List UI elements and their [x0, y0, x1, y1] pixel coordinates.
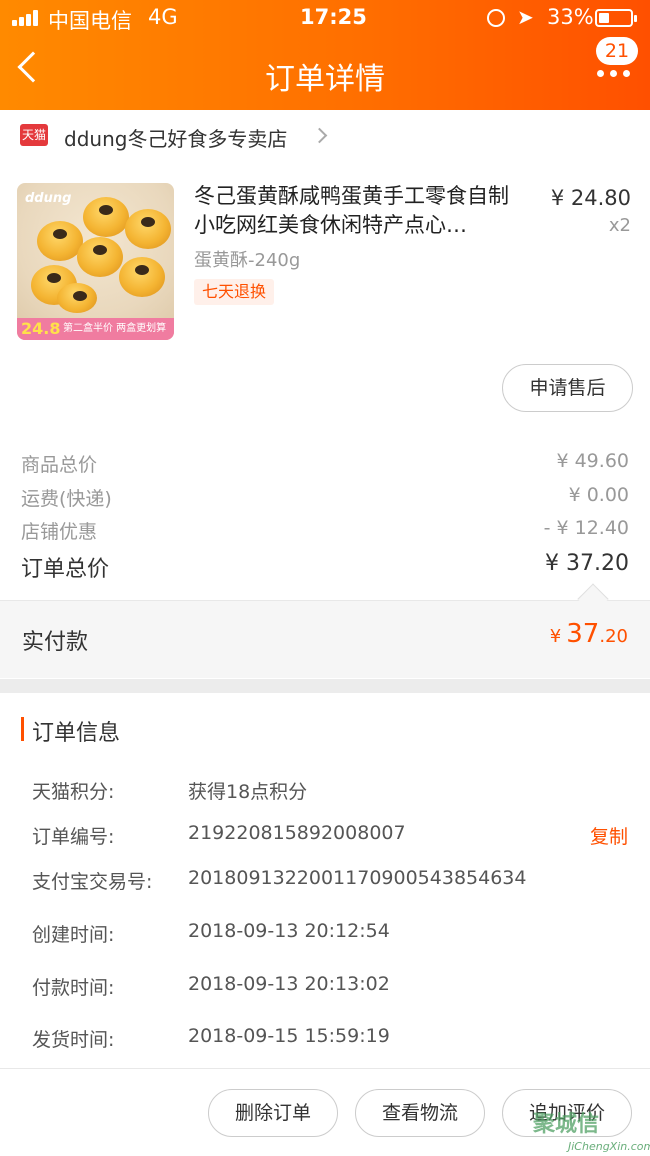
paid-label: 实付款	[22, 630, 89, 655]
info-value: 2018091322001170900543854634	[188, 867, 527, 889]
status-bar: 中国电信 4G 17:25 ➤ 33%	[0, 0, 650, 36]
chevron-right-icon	[311, 127, 328, 144]
fee-label: 运费(快递)	[21, 488, 112, 510]
info-value: 219220815892008007	[188, 822, 406, 844]
fee-row: 店铺优惠 - ¥ 12.40	[21, 517, 629, 544]
lock-rotation-icon	[487, 9, 505, 27]
section-accent-bar	[21, 717, 24, 741]
delete-order-button[interactable]: 删除订单	[208, 1089, 338, 1137]
status-time: 17:25	[300, 5, 367, 29]
more-icon[interactable]	[597, 70, 631, 78]
product-sku: 蛋黄酥-240g	[194, 250, 301, 271]
network-type: 4G	[148, 5, 178, 29]
product-price: ¥ 24.80	[550, 186, 631, 210]
tmall-logo: 天猫	[20, 124, 48, 146]
after-sale-button[interactable]: 申请售后	[502, 364, 633, 412]
info-key: 订单编号:	[32, 826, 115, 848]
paid-amount-section: 实付款 ¥ 37.20	[0, 600, 650, 678]
info-value: 2018-09-13 20:12:54	[188, 920, 390, 942]
info-value: 2018-09-13 20:13:02	[188, 973, 390, 995]
battery-icon	[595, 9, 637, 27]
message-count-badge[interactable]: 21	[596, 37, 638, 65]
watermark-url: JiChengXin.com	[568, 1140, 650, 1153]
fee-row: 运费(快递) ¥ 0.00	[21, 484, 629, 511]
product-title[interactable]: 冬己蛋黄酥咸鸭蛋黄手工零食自制小吃网红美食休闲特产点心…	[194, 182, 524, 240]
info-key: 发货时间:	[32, 1029, 115, 1051]
info-value: 2018-09-15 15:59:19	[188, 1025, 390, 1047]
order-total-value: ¥ 37.20	[545, 551, 629, 576]
fee-row: 商品总价 ¥ 49.60	[21, 450, 629, 477]
fee-label: 店铺优惠	[21, 521, 98, 543]
carrier-name: 中国电信	[48, 9, 132, 33]
top-bar: 中国电信 4G 17:25 ➤ 33% 订单详情 21	[0, 0, 650, 110]
fee-label: 商品总价	[21, 454, 98, 476]
fee-value: ¥ 0.00	[568, 484, 629, 506]
product-quantity: x2	[608, 215, 631, 236]
view-logistics-button[interactable]: 查看物流	[355, 1089, 485, 1137]
info-key: 付款时间:	[32, 977, 115, 999]
info-key: 支付宝交易号:	[32, 871, 153, 893]
order-info-title: 订单信息	[32, 721, 121, 746]
product-image-price: 24.8	[21, 319, 61, 338]
info-value: 获得18点积分	[188, 781, 308, 803]
signal-icon	[12, 10, 42, 26]
product-image-logo: ddung	[25, 191, 72, 206]
page-title: 订单详情	[265, 62, 385, 97]
shop-name[interactable]: ddung冬己好食多专卖店	[64, 123, 287, 152]
copy-button[interactable]: 复制	[590, 822, 628, 849]
order-total-row: 订单总价 ¥ 37.20	[21, 551, 629, 583]
return-policy-tag: 七天退换	[194, 279, 275, 305]
location-icon: ➤	[517, 5, 534, 29]
paid-amount: ¥ 37.20	[549, 619, 628, 649]
battery-percent: 33%	[547, 5, 594, 29]
watermark-logo: 聚城信	[533, 1112, 600, 1137]
section-divider	[0, 679, 650, 693]
shop-header[interactable]: 天猫 ddung冬己好食多专卖店	[0, 110, 650, 162]
order-total-label: 订单总价	[21, 557, 110, 582]
fee-value: - ¥ 12.40	[543, 517, 629, 539]
info-key: 天猫积分:	[32, 781, 115, 803]
product-image[interactable]: ddung 第二盒半价 两盒更划算 24.8	[17, 183, 174, 340]
fee-value: ¥ 49.60	[556, 450, 629, 472]
info-key: 创建时间:	[32, 924, 115, 946]
